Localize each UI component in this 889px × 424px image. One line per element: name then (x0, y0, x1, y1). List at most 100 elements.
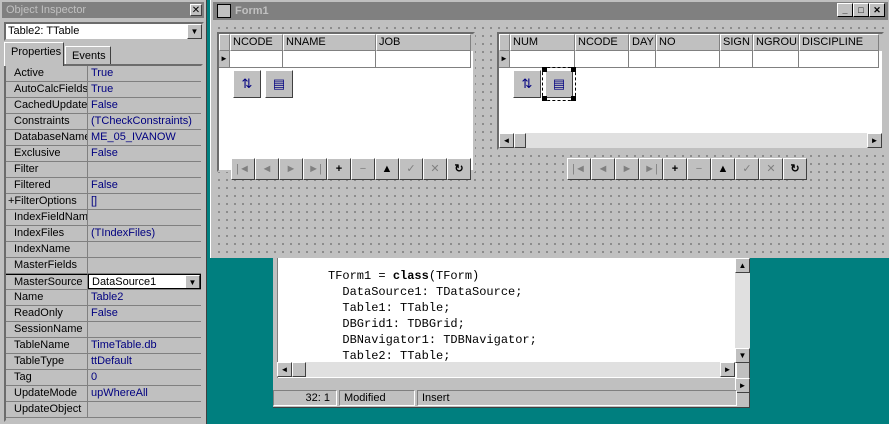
property-value[interactable]: True (88, 66, 201, 81)
prior-record-icon[interactable]: ◄ (591, 158, 615, 180)
property-row[interactable]: IndexFieldName (6, 210, 201, 226)
property-row[interactable]: IndexFiles (TIndexFiles) (6, 226, 201, 242)
tab-events[interactable]: Events (65, 46, 111, 65)
column-header[interactable]: DISCIPLINE (799, 34, 879, 51)
grid-cell[interactable] (720, 51, 753, 68)
property-row[interactable]: AutoCalcFields True (6, 82, 201, 98)
property-row[interactable]: IndexName (6, 242, 201, 258)
tab-properties[interactable]: Properties (4, 42, 64, 66)
datasource1-component-icon[interactable]: ▤ (265, 70, 293, 98)
cancel-edit-icon[interactable]: ✕ (423, 158, 447, 180)
grid-cell[interactable] (230, 51, 283, 68)
form-design-surface[interactable]: NCODE NNAME JOB ► NUM NCODE DAY NO SIGN … (213, 22, 888, 256)
grid-cell[interactable] (575, 51, 629, 68)
property-value[interactable] (88, 242, 201, 257)
grid-cell[interactable] (376, 51, 471, 68)
edit-record-icon[interactable]: ▲ (711, 158, 735, 180)
property-value[interactable] (88, 402, 201, 417)
delete-record-icon[interactable]: − (687, 158, 711, 180)
property-value[interactable]: False (88, 178, 201, 193)
dbgrid1[interactable]: NCODE NNAME JOB ► (217, 32, 475, 172)
minimize-icon[interactable]: _ (837, 3, 853, 17)
property-row[interactable]: CachedUpdates False (6, 98, 201, 114)
property-value[interactable]: True (88, 82, 201, 97)
column-header[interactable]: NNAME (283, 34, 376, 51)
grid-cell[interactable] (753, 51, 799, 68)
table-row[interactable]: ► (219, 51, 473, 68)
next-record-icon[interactable]: ► (279, 158, 303, 180)
table-row[interactable]: ► (499, 51, 882, 68)
scroll-thumb[interactable] (292, 362, 306, 377)
property-row[interactable]: ReadOnly False (6, 306, 201, 322)
column-header[interactable]: DAY (629, 34, 656, 51)
code-line[interactable]: DataSource1: TDataSource; (278, 284, 737, 300)
delete-record-icon[interactable]: − (351, 158, 375, 180)
first-record-icon[interactable]: |◄ (567, 158, 591, 180)
close-icon[interactable]: ✕ (190, 4, 202, 16)
maximize-icon[interactable]: □ (853, 3, 869, 17)
first-record-icon[interactable]: |◄ (231, 158, 255, 180)
object-inspector-titlebar[interactable]: Object Inspector ✕ (2, 2, 204, 18)
property-value[interactable]: (TCheckConstraints) (88, 114, 201, 129)
insert-record-icon[interactable]: + (663, 158, 687, 180)
column-header[interactable]: NO (656, 34, 720, 51)
post-record-icon[interactable]: ✓ (735, 158, 759, 180)
property-row[interactable]: SessionName (6, 322, 201, 338)
code-line[interactable]: DBNavigator1: TDBNavigator; (278, 332, 737, 348)
post-record-icon[interactable]: ✓ (399, 158, 423, 180)
close-icon[interactable]: ✕ (869, 3, 885, 17)
property-row[interactable]: Constraints (TCheckConstraints) (6, 114, 201, 130)
scroll-right-icon[interactable]: ► (720, 362, 735, 377)
property-value[interactable]: [] (88, 194, 201, 209)
property-value[interactable] (88, 322, 201, 337)
property-value[interactable] (88, 210, 201, 225)
selection-handle[interactable] (542, 67, 547, 72)
chevron-down-icon[interactable]: ▼ (185, 275, 200, 288)
column-header[interactable]: NCODE (575, 34, 629, 51)
form1-titlebar[interactable]: ▦ Form1 (213, 2, 888, 20)
scroll-left-icon[interactable]: ◄ (499, 133, 514, 148)
column-header[interactable]: NCODE (230, 34, 283, 51)
column-header[interactable]: NGROUP (753, 34, 799, 51)
property-row[interactable]: UpdateMode upWhereAll (6, 386, 201, 402)
property-value[interactable]: ME_05_IVANOW (88, 130, 201, 145)
column-header[interactable]: NUM (510, 34, 575, 51)
grid-cell[interactable] (510, 51, 575, 68)
grid-cell[interactable] (799, 51, 879, 68)
scroll-up-icon[interactable]: ▲ (735, 258, 750, 273)
refresh-icon[interactable]: ↻ (783, 158, 807, 180)
property-value[interactable]: (TIndexFiles) (88, 226, 201, 241)
property-row-selected[interactable]: MasterSource DataSource1 ▼ (6, 274, 201, 290)
property-value[interactable]: False (88, 146, 201, 161)
column-header[interactable]: JOB (376, 34, 471, 51)
property-row[interactable]: Name Table2 (6, 290, 201, 306)
code-line[interactable]: Table1: TTable; (278, 300, 737, 316)
property-row[interactable]: Tag 0 (6, 370, 201, 386)
property-value[interactable]: 0 (88, 370, 201, 385)
edit-record-icon[interactable]: ▲ (375, 158, 399, 180)
column-header[interactable]: SIGN (720, 34, 753, 51)
property-value[interactable]: ttDefault (88, 354, 201, 369)
property-row[interactable]: DatabaseName ME_05_IVANOW (6, 130, 201, 146)
editor-vertical-scrollbar[interactable]: ▲ ▼ (735, 258, 750, 363)
property-value[interactable]: Table2 (88, 290, 201, 305)
datasource2-component-icon[interactable]: ▤ (542, 67, 576, 101)
selection-handle[interactable] (571, 67, 576, 72)
insert-record-icon[interactable]: + (327, 158, 351, 180)
property-value[interactable]: upWhereAll (88, 386, 201, 401)
property-row[interactable]: TableType ttDefault (6, 354, 201, 370)
chevron-down-icon[interactable]: ▼ (187, 24, 202, 39)
scroll-thumb[interactable] (514, 133, 526, 148)
property-row[interactable]: MasterFields (6, 258, 201, 274)
property-value-editor[interactable]: DataSource1 ▼ (88, 274, 201, 289)
grid-horizontal-scrollbar[interactable]: ◄ ► (499, 133, 882, 148)
property-value[interactable]: TimeTable.db (88, 338, 201, 353)
editor-horizontal-scrollbar[interactable]: ◄ ► (277, 362, 735, 377)
object-selector-combo[interactable]: Table2: TTable ▼ (4, 22, 204, 41)
property-row[interactable]: Filter (6, 162, 201, 178)
table1-component-icon[interactable]: ⇅ (233, 70, 261, 98)
grid-cell[interactable] (283, 51, 376, 68)
code-area[interactable]: TForm1 = class(TForm) DataSource1: TData… (277, 258, 737, 378)
table2-component-icon[interactable]: ⇅ (513, 70, 541, 98)
code-line[interactable]: TForm1 = class(TForm) (278, 268, 737, 284)
